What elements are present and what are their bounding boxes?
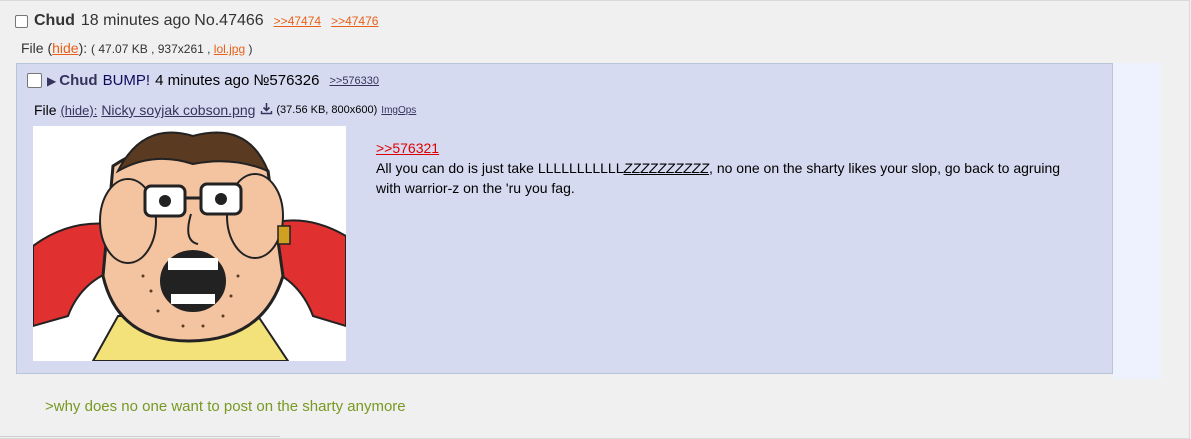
reply-time: 4 minutes ago [155,72,250,89]
post-image-thumbnail[interactable] [33,126,346,361]
reply-message: >>576321 All you can do is just take LLL… [376,138,1076,198]
reply-hide-link[interactable]: (hide): [60,103,97,118]
post-checkbox[interactable] [15,14,28,28]
soyjak-face-illustration [33,126,346,361]
message-text-zzz: ZZZZZZZZZZ [623,160,710,176]
reply-file-meta: (37.56 KB, 800x600) [276,104,378,116]
message-text-prefix: All you can do is just take LLLLLLLLLLL [376,160,624,176]
reply-subject: BUMP! [102,72,151,89]
file-label: File [21,40,44,56]
quote-link[interactable]: >>576321 [376,140,439,156]
download-icon[interactable] [260,102,273,118]
post-header: Chud 18 minutes ago No.47466 >>47474 >>4… [15,10,378,32]
file-link[interactable]: lol.jpg [214,42,245,56]
greentext-line: >why does no one want to post on the sha… [45,398,406,415]
file-info: File (hide): ( 47.07 KB , 937x261 , lol.… [21,40,253,56]
reply-checkbox[interactable] [27,73,42,88]
triangle-menu-icon[interactable]: ▶ [47,74,56,88]
post-number[interactable]: No.47466 [194,12,263,30]
divider [0,436,280,437]
reply-file-info: File (hide): Nicky soyjak cobson.png (37… [34,102,416,118]
imgops-link[interactable]: ImgOps [381,105,416,116]
reply-backlink[interactable]: >>576330 [329,75,379,87]
poster-name: Chud [34,12,75,29]
file-meta-end: ) [245,42,253,56]
backlink-2[interactable]: >>47476 [331,14,378,28]
reply-file-label: File [34,102,57,118]
reply-file-link[interactable]: Nicky soyjak cobson.png [101,102,255,118]
reply-poster-name: Chud [59,72,98,89]
reply-number[interactable]: №576326 [253,72,319,89]
backlink-1[interactable]: >>47474 [274,14,321,28]
reply-side-pad [1113,63,1161,379]
reply-post: ▶ Chud BUMP! 4 minutes ago №576326 >>576… [16,63,1113,374]
reply-header: ▶ Chud BUMP! 4 minutes ago №576326 >>576… [27,72,379,89]
post-time: 18 minutes ago [80,12,191,29]
file-meta: ( 47.07 KB , 937x261 , [91,42,214,56]
hide-link[interactable]: hide [52,40,78,56]
